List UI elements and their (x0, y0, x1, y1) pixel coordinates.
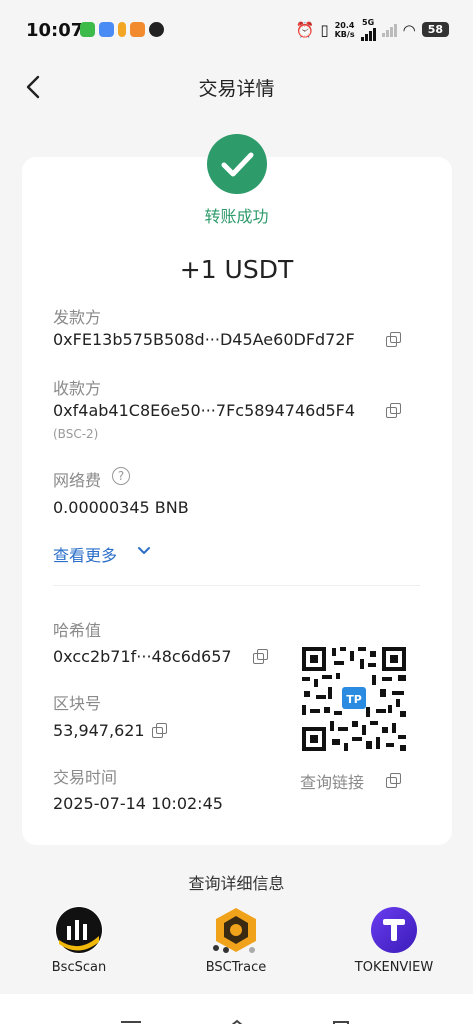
explorer-bsctrace[interactable]: BSCTrace (181, 906, 291, 975)
copy-to-icon[interactable] (386, 403, 401, 418)
title-bar: 交易详情 (0, 62, 473, 112)
app-notification-icon (99, 22, 114, 37)
hash-label: 哈希值 (53, 621, 102, 640)
divider (53, 585, 420, 586)
app-notification-icon-2 (130, 22, 145, 37)
copy-block-icon[interactable] (152, 723, 167, 738)
explorer-name: BscScan (51, 960, 107, 975)
status-notification-icons (80, 22, 164, 37)
hash-value: 0xcc2b71f···48c6d657 (53, 647, 232, 666)
to-network: (BSC-2) (53, 427, 99, 441)
status-text: 转账成功 (204, 207, 269, 226)
vibrate-icon: ▯ (320, 20, 329, 39)
show-more-button[interactable]: 查看更多 (53, 542, 117, 566)
fee-value: 0.00000345 BNB (53, 498, 189, 517)
from-address: 0xFE13b575B508d···D45Ae60DFd72F (53, 330, 355, 349)
status-bar: 10:07 ⏰ ▯ 20.4 KB/s 5G ◠ 58 (0, 0, 473, 62)
network-speed-value: 20.4 (334, 20, 355, 30)
bsctrace-logo-icon (212, 906, 260, 954)
back-nav-icon[interactable] (330, 1012, 352, 1024)
block-label: 区块号 (53, 694, 102, 713)
success-check-icon (207, 134, 267, 194)
explorer-bscscan[interactable]: BscScan (24, 906, 134, 975)
explorer-name: TOKENVIEW (354, 960, 434, 975)
wechat-icon (80, 22, 95, 37)
qr-code[interactable]: TP (300, 645, 408, 753)
amount: +1 USDT (179, 255, 294, 284)
explorer-tokenview[interactable]: TOKENVIEW (339, 906, 449, 975)
copy-from-icon[interactable] (386, 332, 401, 347)
qq-icon (149, 22, 164, 37)
home-icon[interactable] (224, 1012, 250, 1024)
to-label: 收款方 (53, 379, 102, 398)
svg-text:TP: TP (346, 693, 362, 706)
copy-link-icon[interactable] (386, 773, 401, 788)
battery-indicator: 58 (421, 22, 449, 37)
signal-bars-icon (360, 27, 376, 41)
tokenview-logo-icon (370, 906, 418, 954)
time-label: 交易时间 (53, 768, 118, 787)
chevron-down-icon[interactable] (137, 545, 151, 561)
query-link-button[interactable]: 查询链接 (300, 769, 364, 793)
wifi-icon: ◠ (402, 20, 416, 39)
arrow-icon (118, 22, 126, 37)
help-icon[interactable]: ? (112, 467, 130, 485)
network-speed: 20.4 KB/s (335, 21, 355, 39)
network-speed-unit: KB/s (334, 29, 355, 39)
signal-bars-secondary-icon (381, 23, 397, 37)
network-type: 5G (362, 18, 375, 27)
explorer-section-title: 查询详细信息 (188, 874, 285, 893)
signal-5g: 5G (360, 18, 376, 41)
block-value: 53,947,621 (53, 721, 145, 740)
fee-label: 网络费 (53, 471, 102, 490)
copy-hash-icon[interactable] (253, 649, 268, 664)
status-time: 10:07 (26, 20, 84, 41)
from-label: 发款方 (53, 308, 102, 327)
to-address: 0xf4ab41C8E6e50···7Fc5894746d5F4 (53, 401, 356, 420)
bscscan-logo-icon (55, 906, 103, 954)
page-title: 交易详情 (198, 78, 275, 100)
menu-icon[interactable] (120, 1012, 142, 1024)
time-value: 2025-07-14 10:02:45 (53, 794, 223, 813)
alarm-icon: ⏰ (295, 20, 315, 39)
explorer-name: BSCTrace (205, 960, 267, 975)
